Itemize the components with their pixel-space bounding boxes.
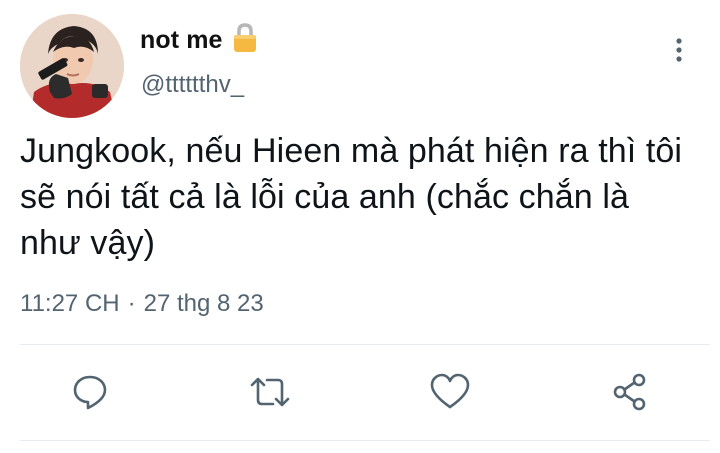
reply-icon (73, 375, 107, 410)
tweet-text-line: Jungkook, nếu Hieen mà phát hiện ra thì … (20, 132, 683, 170)
timestamp-separator: · (127, 290, 136, 317)
like-button[interactable] (428, 370, 472, 414)
avatar-image (20, 14, 124, 118)
reply-button[interactable] (68, 370, 112, 414)
lock-icon (231, 22, 259, 54)
avatar[interactable] (20, 14, 124, 118)
divider (20, 440, 710, 441)
tweet-time: 11:27 CH (20, 290, 120, 317)
retweet-icon (250, 377, 290, 407)
tweet-text-line: sẽ nói tất cả là lỗi của anh (chắc chắn … (20, 178, 630, 216)
tweet-date: 27 thg 8 23 (143, 290, 264, 317)
retweet-button[interactable] (248, 370, 292, 414)
action-bar (0, 370, 720, 414)
tweet-text: Jungkook, nếu Hieen mà phát hiện ra thì … (20, 128, 710, 266)
more-vertical-icon (676, 38, 682, 62)
tweet-text-line: như vậy) (20, 224, 156, 262)
divider (20, 344, 710, 345)
display-name[interactable]: not me (140, 26, 223, 55)
share-button[interactable] (608, 370, 652, 414)
more-options-button[interactable] (666, 30, 692, 70)
tweet-card: not me @tttttthv_ Jungkook, nếu Hieen mà… (0, 0, 720, 453)
tweet-timestamp[interactable]: 11:27 CH · 27 thg 8 23 (20, 290, 264, 318)
author-name-row: not me (140, 22, 259, 58)
share-icon (613, 373, 646, 411)
heart-icon (430, 373, 470, 409)
author-handle[interactable]: @tttttthv_ (141, 71, 244, 99)
